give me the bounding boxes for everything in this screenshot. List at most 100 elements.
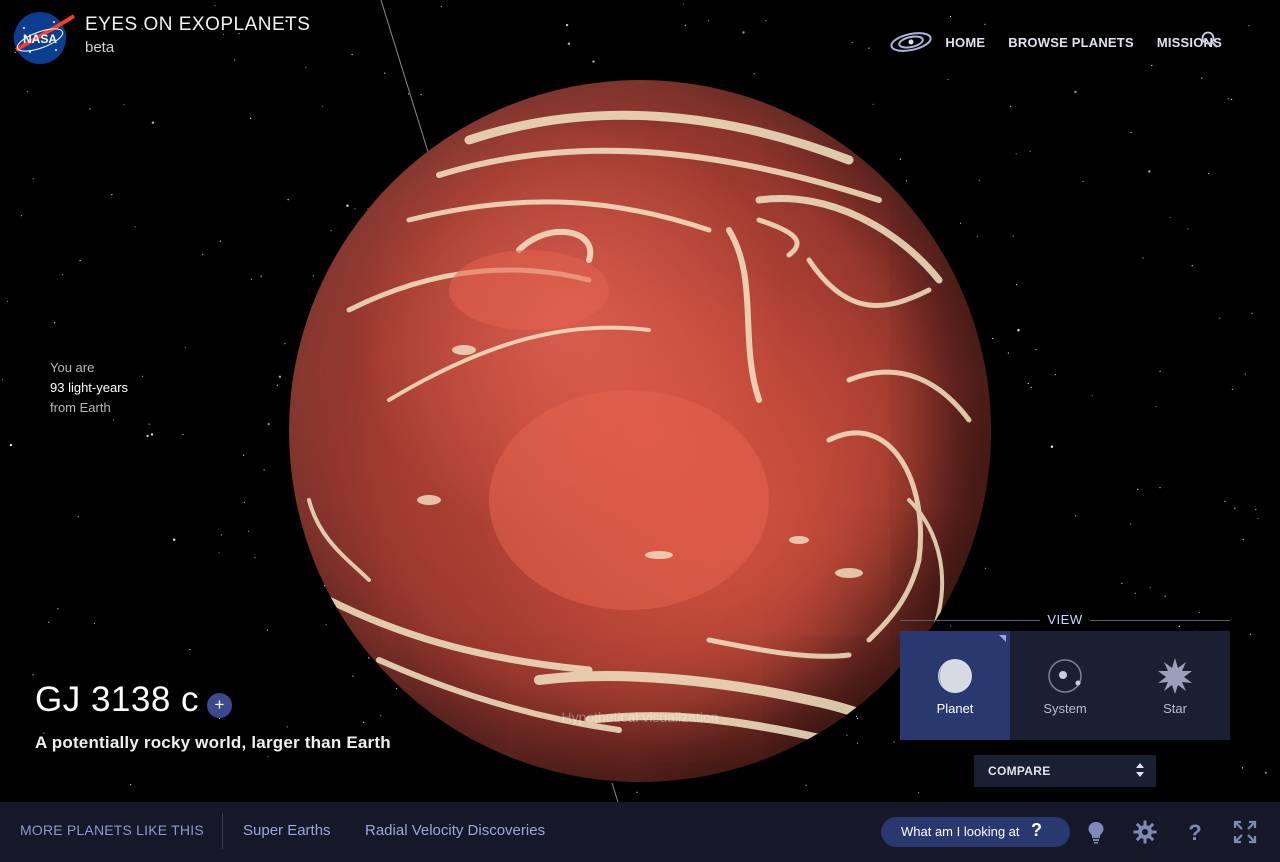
compare-dropdown[interactable]: COMPARE [974,755,1156,787]
planet-sphere [289,80,991,782]
nav-browse-planets[interactable]: BROWSE PLANETS [1008,35,1134,50]
star-dot [1075,515,1077,517]
star-dot [130,784,132,786]
star-dot [636,791,638,793]
lightbulb-icon[interactable] [1084,820,1108,844]
star-dot [1029,150,1031,152]
star-dot [1159,370,1161,372]
star-dot [984,23,986,25]
view-selector: Planet System Star [900,631,1230,740]
distance-line-1: You are [50,360,95,375]
nav-home[interactable]: HOME [945,35,985,50]
star-dot [189,648,191,651]
star-dot [1149,587,1151,589]
category-radial-velocity[interactable]: Radial Velocity Discoveries [365,822,545,839]
star-dot [384,72,386,74]
sort-arrows-icon [1136,763,1144,777]
star-dot [243,454,245,456]
star-dot [1091,395,1093,397]
planet-visualization[interactable] [289,80,991,782]
star-dot [868,47,870,49]
star-dot [57,608,59,610]
star-dot [218,552,220,554]
star-dot [123,104,125,106]
star-dot [150,433,154,436]
star-dot [565,23,569,27]
view-star-button[interactable]: Star [1120,631,1230,740]
planet-clouds [307,110,972,744]
star-dot [1242,538,1244,541]
view-system-button[interactable]: System [1010,631,1120,740]
star-dot [32,178,34,180]
star-dot [1050,445,1054,448]
star-dot [284,343,286,345]
view-star-label: Star [1163,701,1187,716]
star-dot [1130,131,1132,134]
nasa-logo[interactable]: NASA [10,10,76,66]
star-dot [1007,352,1010,354]
star-dot [1219,317,1221,319]
view-planet-label: Planet [936,701,974,716]
distance-readout: You are 93 light-years from Earth [50,358,128,418]
star-dot [1030,386,1032,388]
view-title: VIEW [1047,612,1083,627]
more-planets-label: MORE PLANETS LIKE THIS [20,822,204,838]
star-dot [93,622,95,625]
star-dot [20,215,22,217]
distance-line-3: from Earth [50,400,111,415]
category-super-earths[interactable]: Super Earths [243,822,331,839]
star-dot [1134,592,1136,594]
galaxy-icon[interactable] [889,29,933,55]
settings-icon[interactable] [1133,820,1157,844]
add-planet-button[interactable]: + [207,693,232,718]
nasa-logo-text: NASA [23,32,57,46]
star-dot [1231,388,1233,390]
search-icon[interactable] [1200,30,1220,50]
star-dot [214,5,216,7]
app-title[interactable]: EYES ON EXOPLANETS [85,14,310,36]
view-planet-button[interactable]: Planet [900,631,1010,740]
star-dot [182,434,184,436]
main-nav: HOME BROWSE PLANETS MISSIONS [889,29,1222,55]
star-dot [1,378,4,380]
star-dot [1224,500,1226,502]
star-dot [1074,90,1077,94]
what-label: What am I looking at [901,824,1020,839]
help-icon[interactable]: ? [1183,820,1207,844]
star-dot [1164,595,1166,597]
star-dot [1012,235,1014,237]
star-dot [918,792,920,794]
star-dot [278,375,282,378]
star-dot [682,3,685,5]
compare-label: COMPARE [988,764,1051,778]
star-dot [753,73,755,75]
star-dot [1191,265,1193,267]
star-dot [1208,173,1210,175]
star-dot [243,501,245,503]
star-dot [351,53,353,56]
star-dot [6,300,9,302]
star-dot [54,322,56,324]
star-dot [220,534,222,536]
star-dot [1169,216,1171,219]
star-dot [440,5,442,7]
star-dot [1241,767,1244,769]
fullscreen-icon[interactable] [1233,820,1257,844]
star-dot [1035,349,1037,351]
star-dot [1015,153,1017,155]
what-am-i-looking-at-button[interactable]: What am I looking at ? [881,817,1070,847]
star-dot [250,278,252,280]
star-dot [1027,382,1029,385]
star-dot [851,41,853,44]
star-dot [1137,488,1139,490]
star-dot [134,226,136,228]
star-dot [1015,284,1018,286]
star-dot [151,121,155,124]
question-icon: ? [1031,820,1042,840]
star-dot [949,15,952,18]
star-dot [219,240,221,242]
bottom-divider [222,813,223,849]
star-dot [250,117,252,119]
star-dot [592,60,595,63]
star-dot [1054,374,1056,376]
